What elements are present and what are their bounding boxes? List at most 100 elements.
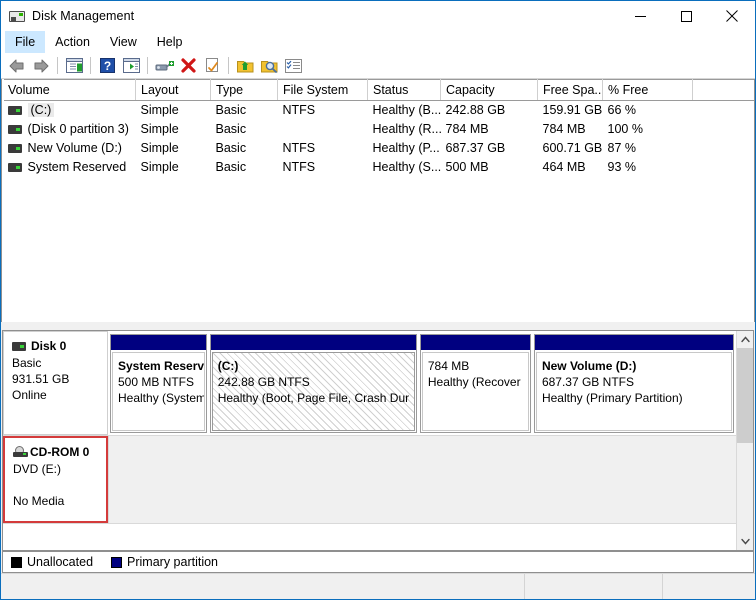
menu-action[interactable]: Action (45, 31, 100, 53)
menu-file[interactable]: File (5, 31, 45, 53)
window-title: Disk Management (32, 9, 134, 23)
partition-c-drive[interactable]: (C:) 242.88 GB NTFS Healthy (Boot, Page … (210, 334, 417, 433)
partition-status: Healthy (Primary Partition) (542, 390, 731, 406)
column-header-layout[interactable]: Layout (136, 80, 211, 101)
spacer-cell (693, 120, 756, 139)
partition-name: System Reserv (118, 358, 204, 374)
rescan-disks-icon[interactable] (152, 54, 176, 78)
spacer-cell (693, 139, 756, 158)
disk-state: No Media (13, 493, 100, 509)
maximize-button[interactable] (663, 1, 709, 31)
column-header-volume[interactable]: Volume (3, 80, 136, 101)
column-header-file-system[interactable]: File System (278, 80, 368, 101)
layout-cell: Simple (136, 120, 211, 139)
help-icon[interactable]: ? (95, 54, 119, 78)
legend-label: Unallocated (27, 555, 93, 569)
status-pane-1 (1, 574, 525, 599)
partition-size-fs: 242.88 GB NTFS (218, 374, 414, 390)
disk-name: CD-ROM 0 (30, 444, 89, 460)
free-space-cell: 784 MB (538, 120, 603, 139)
status-bar (1, 573, 755, 599)
filesystem-cell: NTFS (278, 158, 368, 177)
cdrom-icon (13, 446, 28, 458)
volume-cell: New Volume (D:) (3, 139, 136, 158)
legend-item-primary-partition: Primary partition (111, 555, 230, 569)
partition-size-fs: 687.37 GB NTFS (542, 374, 731, 390)
toolbar-separator (57, 57, 58, 74)
scrollbar-track[interactable] (737, 348, 754, 533)
status-cell: Healthy (P... (368, 139, 441, 158)
status-pane-2 (525, 574, 663, 599)
status-cell: Healthy (B... (368, 101, 441, 120)
disk-kind: DVD (E:) (13, 461, 100, 477)
disk-row-disk-0[interactable]: Disk 0 Basic 931.51 GB Online System Res… (3, 331, 736, 436)
table-row[interactable]: (C:) Simple Basic NTFS Healthy (B... 242… (3, 101, 756, 120)
toolbar: ? (1, 53, 755, 79)
percent-free-cell: 100 % (603, 120, 693, 139)
primary-partition-swatch (111, 557, 122, 568)
partition-size-fs: 500 MB NTFS (118, 374, 204, 390)
table-row[interactable]: New Volume (D:) Simple Basic NTFS Health… (3, 139, 756, 158)
new-volume-icon[interactable] (233, 54, 257, 78)
type-cell: Basic (211, 120, 278, 139)
partition-recovery[interactable]: 784 MB Healthy (Recover (420, 334, 531, 433)
menu-view[interactable]: View (100, 31, 147, 53)
status-cell: Healthy (R... (368, 120, 441, 139)
disk-state: Online (12, 387, 101, 403)
column-header-type[interactable]: Type (211, 80, 278, 101)
forward-icon[interactable] (29, 54, 53, 78)
column-header-free-space[interactable]: Free Spa... (538, 80, 603, 101)
scroll-down-icon[interactable] (737, 533, 754, 550)
volume-cell: (C:) (3, 101, 136, 120)
delete-icon[interactable] (176, 54, 200, 78)
volume-list-body: (C:) Simple Basic NTFS Healthy (B... 242… (3, 101, 756, 177)
partition-system-reserved[interactable]: System Reserv 500 MB NTFS Healthy (Syste… (110, 334, 207, 433)
column-header-capacity[interactable]: Capacity (441, 80, 538, 101)
partition-legend: Unallocated Primary partition (2, 551, 754, 573)
back-icon[interactable] (5, 54, 29, 78)
drive-icon (8, 125, 22, 134)
capacity-cell: 242.88 GB (441, 101, 538, 120)
type-cell: Basic (211, 158, 278, 177)
volume-list-table: Volume Layout Type File System Status Ca… (2, 79, 755, 177)
capacity-cell: 784 MB (441, 120, 538, 139)
scroll-up-icon[interactable] (737, 331, 754, 348)
legend-item-unallocated: Unallocated (11, 555, 105, 569)
close-button[interactable] (709, 1, 755, 31)
menu-help[interactable]: Help (147, 31, 193, 53)
window-controls (617, 1, 755, 31)
disk-title: CD-ROM 0 (13, 444, 100, 460)
partition-status: Healthy (System (118, 390, 204, 406)
disk-header-cdrom-0[interactable]: CD-ROM 0 DVD (E:) No Media (3, 436, 108, 523)
table-row[interactable]: (Disk 0 partition 3) Simple Basic Health… (3, 120, 756, 139)
status-pane-3 (663, 574, 755, 599)
show-details-icon[interactable] (281, 54, 305, 78)
volume-list-header-row: Volume Layout Type File System Status Ca… (3, 80, 756, 101)
disk-header-disk-0[interactable]: Disk 0 Basic 931.51 GB Online (3, 331, 108, 435)
minimize-button[interactable] (617, 1, 663, 31)
column-header-status[interactable]: Status (368, 80, 441, 101)
menu-bar: File Action View Help (1, 31, 755, 53)
partition-info: System Reserv 500 MB NTFS Healthy (Syste… (112, 352, 205, 431)
scrollbar-thumb[interactable] (737, 348, 754, 443)
filesystem-cell (278, 120, 368, 139)
free-space-cell: 464 MB (538, 158, 603, 177)
volume-cell: (Disk 0 partition 3) (3, 120, 136, 139)
show-hide-console-tree-icon[interactable] (62, 54, 86, 78)
volume-list-pane: Volume Layout Type File System Status Ca… (1, 79, 755, 322)
partition-new-volume-d[interactable]: New Volume (D:) 687.37 GB NTFS Healthy (… (534, 334, 734, 433)
properties-icon[interactable] (200, 54, 224, 78)
graphical-view-scrollbar[interactable] (736, 331, 753, 550)
volume-name: System Reserved (28, 160, 127, 174)
pane-splitter[interactable] (1, 322, 755, 330)
partition-color-bar (421, 335, 530, 351)
volume-cell: System Reserved (3, 158, 136, 177)
show-hide-action-pane-icon[interactable] (119, 54, 143, 78)
drive-icon (8, 106, 22, 115)
column-header-percent-free[interactable]: % Free (603, 80, 693, 101)
table-row[interactable]: System Reserved Simple Basic NTFS Health… (3, 158, 756, 177)
partition-status: Healthy (Recover (428, 374, 528, 390)
explore-icon[interactable] (257, 54, 281, 78)
disk-row-cdrom-0[interactable]: CD-ROM 0 DVD (E:) No Media (3, 436, 736, 524)
toolbar-separator (90, 57, 91, 74)
